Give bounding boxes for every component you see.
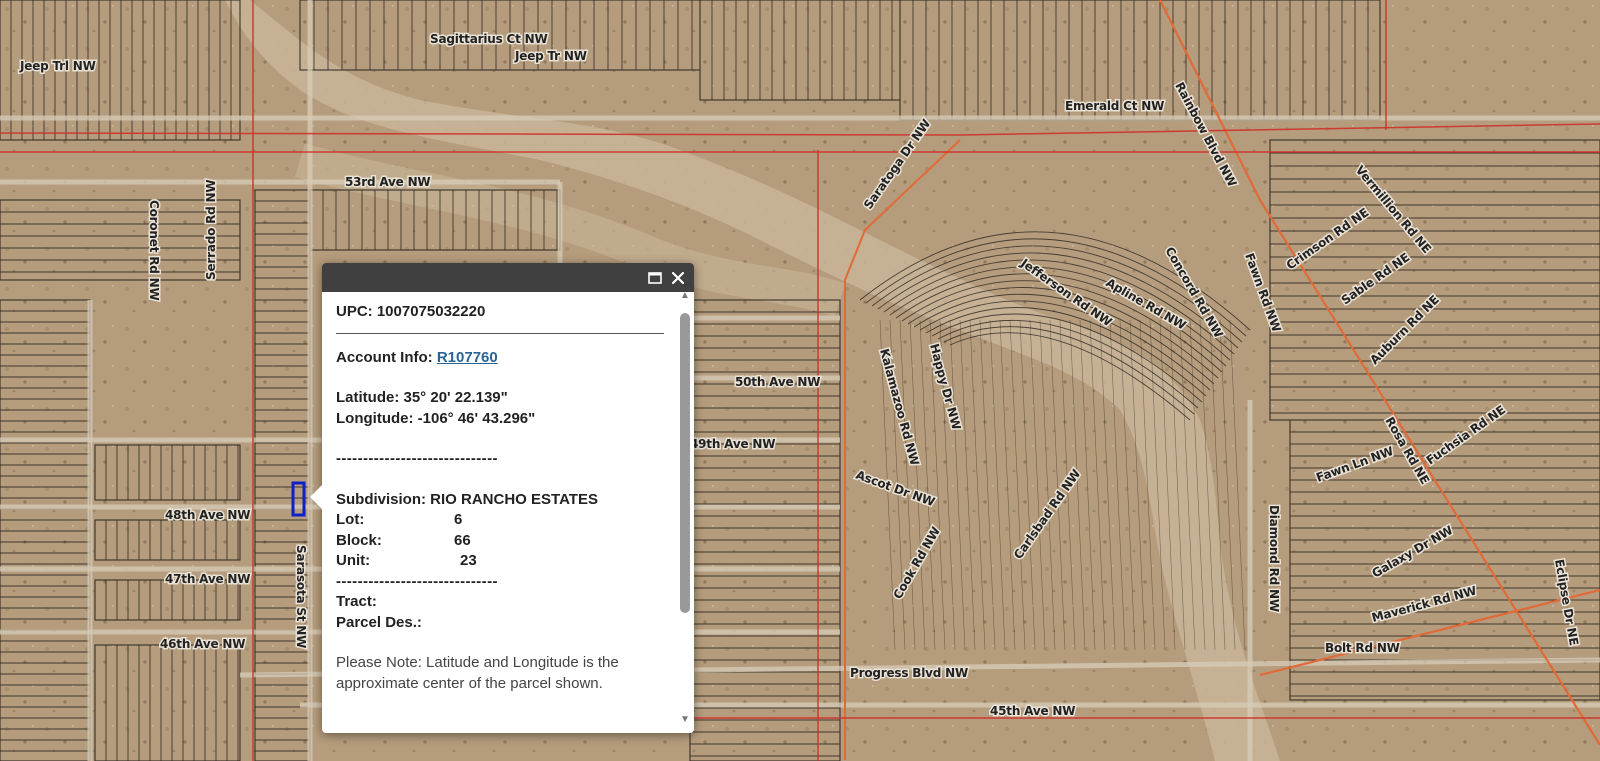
road-label: 48th Ave NW [165,508,250,522]
road-label: Jeep Tr NW [514,49,587,63]
popup-note: Please Note: Latitude and Longitude is t… [336,654,619,692]
account-link[interactable]: R107760 [437,349,498,366]
road-label: Diamond Rd NW [1267,505,1281,612]
aerial-map[interactable]: Jeep Trl NW Sagittarius Ct NW Jeep Tr NW Em… [0,0,1600,761]
tract-label: Tract: [336,593,377,610]
longitude-label: Longitude: [336,409,414,427]
account-label: Account Info: [336,348,433,366]
road-label: Progress Blvd NW [850,666,968,680]
divider [336,332,664,334]
block-label: Block: [336,531,382,549]
popup-titlebar [322,263,694,292]
road-label: Coronet Rd NW [147,200,161,301]
road-label: 50th Ave NW [735,375,820,389]
lot-value: 6 [454,511,463,528]
parcel-popup: UPC: 1007075032220 Account Info: R107760… [310,263,694,733]
road-label: Emerald Ct NW [1065,99,1164,113]
lot-label: Lot: [336,511,365,528]
block-value: 66 [454,531,471,549]
unit-label: Unit: [336,552,371,569]
upc-value: 1007075032220 [376,303,486,320]
road-label: 49th Ave NW [690,437,775,451]
upc-label: UPC: [336,303,373,320]
subdivision-value: RIO RANCHO ESTATES [430,490,598,508]
close-icon[interactable] [668,268,688,288]
road-label: 53rd Ave NW [345,175,430,189]
latitude-value: 35° 20' 22.139" [403,389,508,406]
road-label: 47th Ave NW [165,572,250,586]
popup-scrollbar[interactable]: ▲ ▼ [680,291,690,725]
popup-pointer [310,485,322,509]
popup-content: UPC: 1007075032220 Account Info: R107760… [322,292,694,733]
map-view[interactable]: Jeep Trl NW Sagittarius Ct NW Jeep Tr NW Em… [0,0,1600,761]
scroll-up-icon[interactable]: ▲ [680,291,690,301]
scroll-down-icon[interactable]: ▼ [680,715,690,725]
road-label: 45th Ave NW [990,704,1075,718]
subdivision-label: Subdivision: [336,490,426,508]
road-label: Jeep Trl NW [19,59,96,73]
road-label: Sagittarius Ct NW [430,32,548,46]
parcel-des-label: Parcel Des.: [336,613,422,631]
road-label: 46th Ave NW [160,637,245,651]
scroll-thumb[interactable] [680,313,690,613]
unit-value: 23 [460,552,477,569]
road-label: Bolt Rd NW [1325,641,1400,655]
dashed-separator-2: ------------------------------ [336,572,498,590]
longitude-value: -106° 46' 43.296" [417,409,536,427]
road-label: Serrado Rd NW [204,180,218,280]
maximize-icon[interactable] [645,268,665,288]
road-label: Sarasota St NW [294,545,308,648]
latitude-label: Latitude: [336,389,400,406]
dashed-separator: ------------------------------ [336,450,498,467]
